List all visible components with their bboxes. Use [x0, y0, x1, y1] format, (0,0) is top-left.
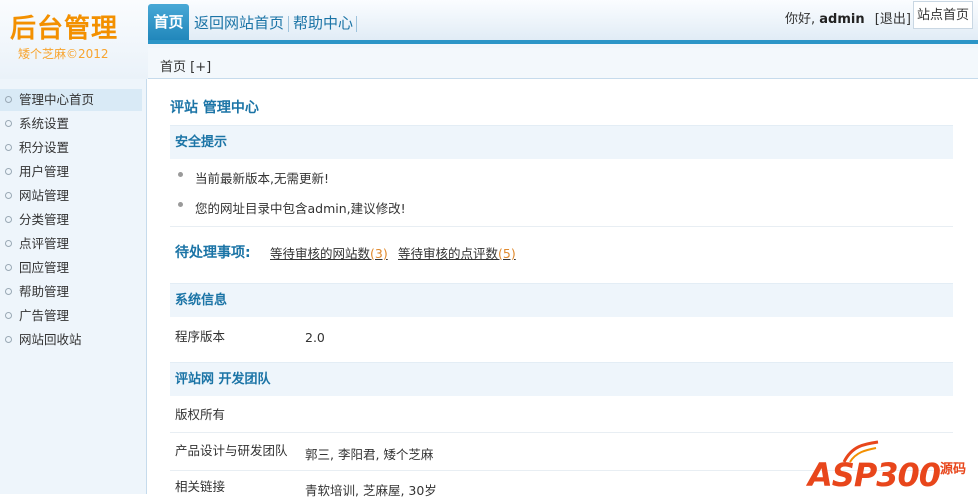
copyright-label: 版权所有 [175, 407, 226, 422]
pending-reviews-link[interactable]: 等待审核的点评数(5) [398, 243, 516, 262]
logout-link[interactable]: [退出] [875, 12, 911, 27]
pending-sites-link[interactable]: 等待审核的网站数(3) [270, 243, 388, 262]
bullet-icon [5, 192, 12, 199]
bullet-icon [5, 264, 12, 271]
sidebar-item-user-management[interactable]: 用户管理 [0, 161, 142, 183]
bullet-icon [5, 120, 12, 127]
bullet-icon [5, 144, 12, 151]
todo-label: 待处理事项: [175, 245, 251, 261]
sidebar-item-label: 网站管理 [19, 188, 70, 203]
sidebar-item-label: 回应管理 [19, 260, 70, 275]
nav-tab-help[interactable]: 帮助中心 [293, 6, 353, 40]
security-tip: 当前最新版本,无需更新! [195, 171, 329, 186]
bullet-icon [5, 288, 12, 295]
sidebar: 管理中心首页 系统设置 积分设置 用户管理 网站管理 分类管理 点评管理 回应管… [0, 79, 147, 494]
links-value[interactable]: 青软培训, 芝麻屋, 30岁 [305, 480, 437, 499]
sidebar-item-review-management[interactable]: 点评管理 [0, 233, 142, 255]
link-text: 等待审核的网站数 [270, 246, 371, 261]
main-content: 评站 管理中心 安全提示 当前最新版本,无需更新! 您的网址目录中包含admin… [148, 80, 978, 498]
bullet-icon [5, 168, 12, 175]
sidebar-item-help-management[interactable]: 帮助管理 [0, 281, 142, 303]
header: 后台管理 矮个芝麻©2012 首页 返回网站首页 帮助中心 你好, admin … [0, 0, 978, 79]
bullet-icon [178, 172, 183, 177]
section-title: 系统信息 [175, 293, 228, 308]
nav-separator [288, 16, 289, 32]
sysinfo-heading: 系统信息 [170, 283, 953, 317]
watermark-suffix: 源码 [940, 462, 967, 477]
section-title: 安全提示 [175, 135, 228, 150]
bullet-icon [5, 216, 12, 223]
version-label: 程序版本 [175, 329, 226, 344]
logo-subtitle: 矮个芝麻©2012 [18, 47, 109, 61]
sidebar-item-label: 帮助管理 [19, 284, 70, 299]
sidebar-item-label: 管理中心首页 [19, 92, 95, 107]
breadcrumb[interactable]: 首页 [+] [160, 56, 211, 75]
divider [170, 226, 953, 227]
page-title: 评站 管理中心 [170, 100, 259, 116]
version-value: 2.0 [305, 330, 325, 345]
pending-count: (3) [370, 246, 388, 261]
sidebar-item-recycle-bin[interactable]: 网站回收站 [0, 329, 142, 351]
breadcrumb-bar: 首页 [+] [148, 48, 978, 79]
logo-title: 后台管理 [10, 14, 119, 44]
sidebar-item-label: 积分设置 [19, 140, 70, 155]
sidebar-item-label: 网站回收站 [19, 332, 82, 347]
sidebar-item-label: 用户管理 [19, 164, 70, 179]
nav-separator [356, 16, 357, 32]
sidebar-item-admin-home[interactable]: 管理中心首页 [0, 89, 142, 111]
links-label: 相关链接 [175, 479, 226, 494]
greeting-text: 你好, [785, 12, 816, 27]
sidebar-item-label: 广告管理 [19, 308, 70, 323]
sidebar-item-system-settings[interactable]: 系统设置 [0, 113, 142, 135]
sidebar-item-ad-management[interactable]: 广告管理 [0, 305, 142, 327]
sidebar-item-site-management[interactable]: 网站管理 [0, 185, 142, 207]
sidebar-item-label: 分类管理 [19, 212, 70, 227]
security-heading: 安全提示 [170, 125, 953, 159]
sidebar-item-reply-management[interactable]: 回应管理 [0, 257, 142, 279]
bullet-icon [5, 96, 12, 103]
team-heading: 评站网 开发团队 [170, 362, 953, 396]
bullet-icon [5, 336, 12, 343]
bullet-icon [5, 312, 12, 319]
security-tip: 您的网址目录中包含admin,建议修改! [195, 201, 406, 216]
nav-tab-home[interactable]: 首页 [148, 4, 189, 40]
link-text: 等待审核的点评数 [398, 246, 499, 261]
sidebar-item-label: 系统设置 [19, 116, 70, 131]
nav-tab-back-to-site[interactable]: 返回网站首页 [194, 6, 284, 40]
sidebar-item-points-settings[interactable]: 积分设置 [0, 137, 142, 159]
watermark-brand: ASP300 [808, 456, 941, 494]
sidebar-item-category-management[interactable]: 分类管理 [0, 209, 142, 231]
team-label: 产品设计与研发团队 [175, 443, 288, 458]
site-home-button[interactable]: 站点首页 [913, 1, 973, 29]
section-title: 评站网 开发团队 [175, 372, 271, 387]
username: admin [819, 12, 865, 27]
divider [170, 432, 953, 433]
sidebar-item-label: 点评管理 [19, 236, 70, 251]
user-greeting: 你好, admin [退出] [785, 8, 911, 27]
team-value: 郭三, 李阳君, 矮个芝麻 [305, 447, 434, 462]
bullet-icon [178, 202, 183, 207]
pending-count: (5) [498, 246, 516, 261]
bullet-icon [5, 240, 12, 247]
